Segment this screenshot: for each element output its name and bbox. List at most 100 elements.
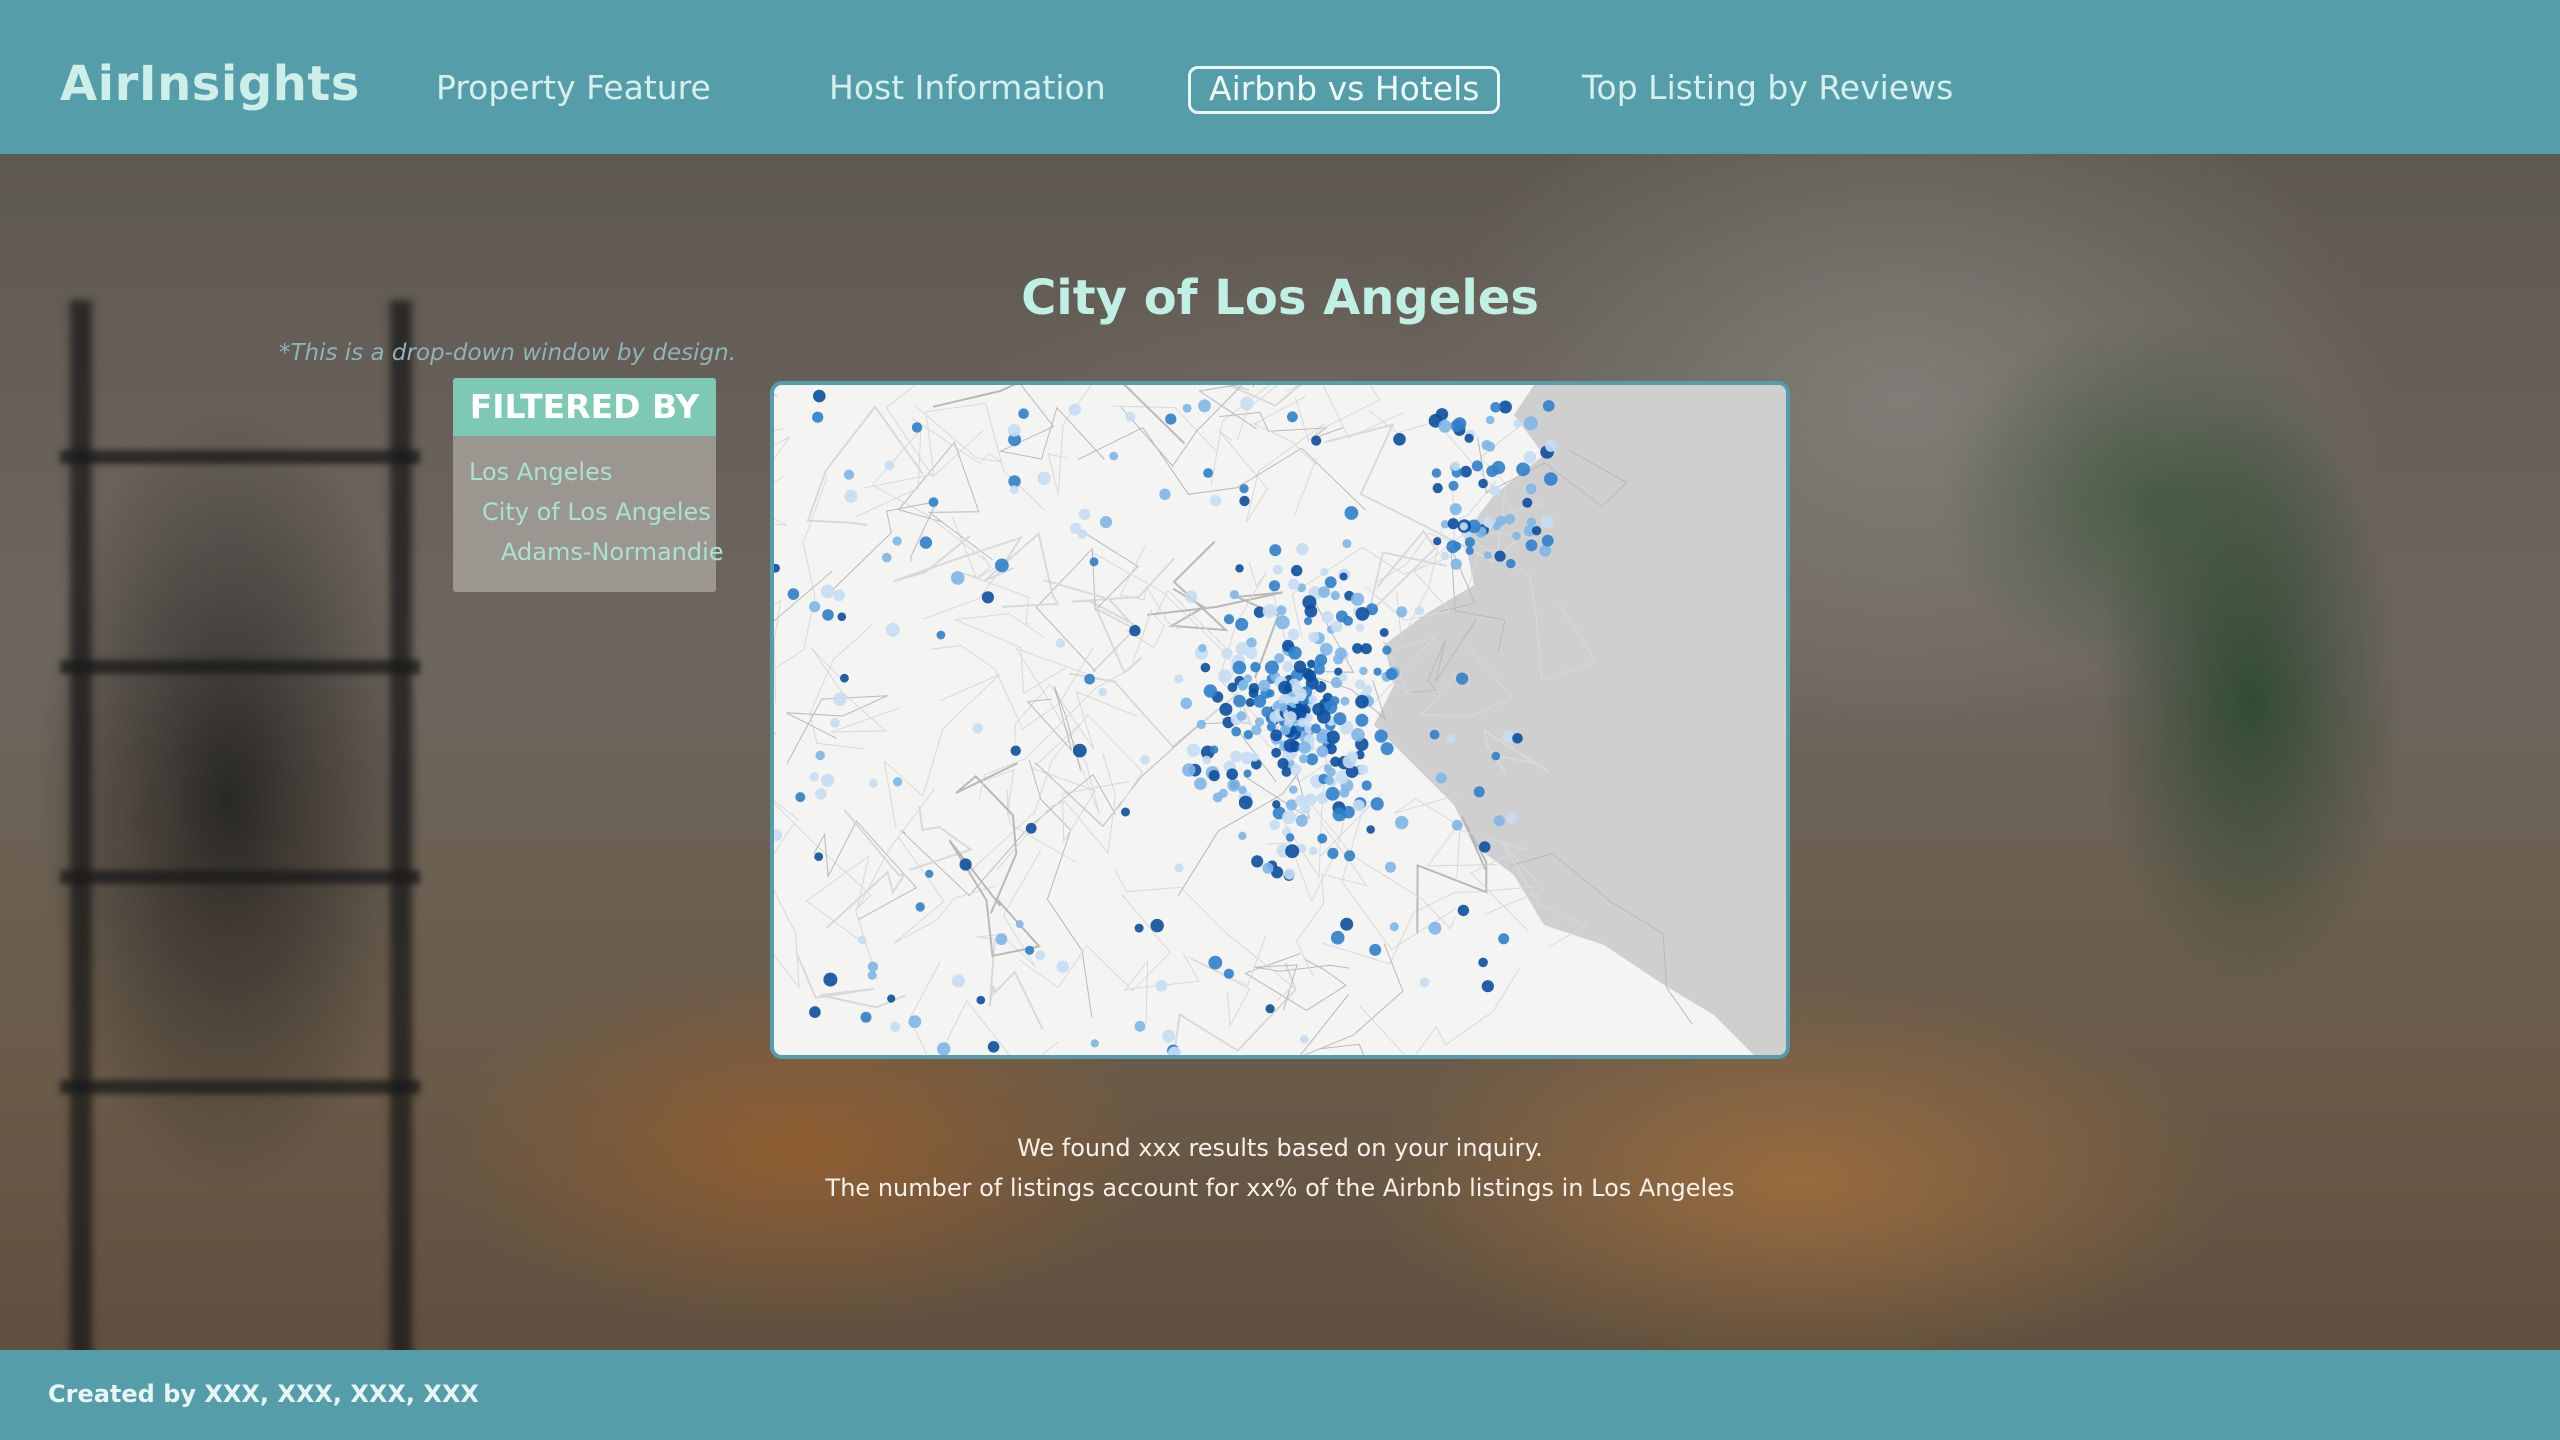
listing-dot bbox=[809, 601, 821, 613]
listing-dot bbox=[1295, 814, 1308, 827]
listing-dot bbox=[1254, 717, 1265, 727]
listing-dot bbox=[908, 1015, 922, 1029]
listing-dot bbox=[884, 460, 895, 471]
listing-dot bbox=[1324, 775, 1334, 786]
listing-dot bbox=[1540, 515, 1554, 529]
listing-dot bbox=[1221, 648, 1233, 660]
listing-dot bbox=[950, 571, 965, 585]
listing-dot bbox=[1288, 578, 1300, 590]
filter-item-city-of-los-angeles[interactable]: City of Los Angeles bbox=[482, 498, 711, 526]
listing-dot bbox=[1285, 833, 1295, 842]
listing-dot bbox=[1478, 957, 1488, 968]
filter-dropdown[interactable]: FILTERED BY Los Angeles City of Los Ange… bbox=[453, 378, 724, 592]
nav-host-information[interactable]: Host Information bbox=[811, 66, 1124, 114]
listing-dot bbox=[1009, 485, 1019, 495]
listing-dot bbox=[820, 584, 835, 599]
brand-logo[interactable]: AirInsights bbox=[60, 56, 360, 112]
listing-dot bbox=[1545, 440, 1557, 452]
listing-dot bbox=[1290, 764, 1302, 775]
listing-dot bbox=[1352, 643, 1363, 654]
listing-dot bbox=[1485, 415, 1495, 425]
listing-dot bbox=[844, 489, 858, 503]
nav-property-feature[interactable]: Property Feature bbox=[418, 66, 729, 114]
filter-item-adams-normandie[interactable]: Adams-Normandie bbox=[501, 538, 724, 566]
listing-dot bbox=[1297, 717, 1307, 728]
listing-dot bbox=[1285, 844, 1300, 859]
listing-dot bbox=[1174, 863, 1184, 873]
listing-dot bbox=[1240, 396, 1254, 411]
listing-dot bbox=[1180, 697, 1192, 710]
listing-dot bbox=[919, 536, 933, 549]
filter-item-los-angeles[interactable]: Los Angeles bbox=[469, 458, 612, 486]
listing-dot bbox=[1140, 754, 1150, 765]
listing-dot bbox=[1342, 539, 1352, 549]
listing-dot bbox=[1350, 592, 1365, 606]
listing-dot bbox=[1316, 732, 1328, 744]
listing-dot bbox=[1544, 472, 1558, 486]
map-canvas[interactable] bbox=[774, 385, 1786, 1055]
listing-dot bbox=[1332, 807, 1347, 822]
listing-dot bbox=[1276, 605, 1287, 616]
listing-dot bbox=[833, 589, 845, 602]
listing-dot bbox=[1382, 645, 1392, 655]
listing-dot bbox=[1450, 461, 1461, 471]
listing-dot bbox=[1200, 662, 1211, 673]
listing-dot bbox=[1269, 711, 1281, 723]
listing-dot bbox=[1448, 480, 1459, 491]
listing-dot bbox=[833, 692, 847, 706]
listing-dot bbox=[1465, 546, 1474, 555]
listing-dot bbox=[1186, 743, 1201, 757]
listing-dot bbox=[1078, 508, 1091, 520]
listing-dot bbox=[1435, 772, 1447, 784]
listing-dot bbox=[1296, 542, 1309, 556]
listing-dot bbox=[1182, 403, 1192, 413]
footer: Created by XXX, XXX, XXX, XXX bbox=[0, 1350, 2560, 1440]
listing-dot bbox=[1491, 751, 1501, 761]
listing-dot bbox=[1318, 586, 1330, 598]
listing-dot bbox=[1155, 979, 1168, 992]
listing-dot bbox=[1269, 544, 1282, 557]
listing-dot bbox=[1275, 615, 1290, 630]
nav-airbnb-vs-hotels[interactable]: Airbnb vs Hotels bbox=[1188, 66, 1501, 114]
listing-dot bbox=[1212, 792, 1223, 803]
listing-dot bbox=[1525, 539, 1538, 552]
nav-top-listing-by-reviews[interactable]: Top Listing by Reviews bbox=[1564, 66, 1971, 114]
listing-dot bbox=[1174, 674, 1184, 684]
listing-dot bbox=[1245, 647, 1258, 659]
listing-dot bbox=[815, 750, 825, 761]
listing-dot bbox=[1237, 681, 1248, 691]
listing-dot bbox=[1018, 408, 1029, 419]
listing-dot bbox=[1025, 822, 1037, 834]
listing-dot bbox=[820, 773, 835, 787]
listing-dot bbox=[1262, 862, 1274, 874]
filter-heading[interactable]: FILTERED BY bbox=[453, 378, 716, 436]
listing-dot bbox=[1438, 419, 1452, 433]
listing-dot bbox=[1203, 468, 1213, 478]
listing-dot bbox=[1035, 950, 1046, 961]
listing-dot bbox=[1324, 576, 1337, 589]
listing-dot bbox=[1504, 513, 1515, 525]
listing-dot bbox=[1209, 745, 1219, 754]
listing-dot bbox=[1361, 780, 1372, 791]
listing-dot bbox=[1194, 777, 1207, 790]
listing-dot bbox=[823, 972, 838, 987]
listing-dot bbox=[1479, 841, 1491, 853]
listing-dot bbox=[1326, 730, 1340, 744]
listing-dot bbox=[1196, 719, 1206, 730]
listing-dot bbox=[1359, 666, 1368, 676]
listing-dot bbox=[1316, 710, 1331, 724]
listing-dot bbox=[1435, 408, 1449, 421]
listing-dot bbox=[1299, 754, 1309, 764]
listing-dot bbox=[885, 622, 900, 637]
listing-dot bbox=[1327, 847, 1339, 859]
listing-dot bbox=[1121, 807, 1130, 817]
listing-dot bbox=[1525, 483, 1537, 495]
listing-dot bbox=[814, 852, 824, 861]
listings-map[interactable] bbox=[770, 381, 1790, 1059]
listing-dot bbox=[1429, 729, 1440, 740]
listing-dot bbox=[1235, 617, 1249, 631]
listing-dot bbox=[1489, 485, 1501, 496]
listing-dot bbox=[1235, 564, 1244, 573]
listing-dot bbox=[1238, 831, 1247, 840]
listing-dot bbox=[1495, 515, 1507, 526]
